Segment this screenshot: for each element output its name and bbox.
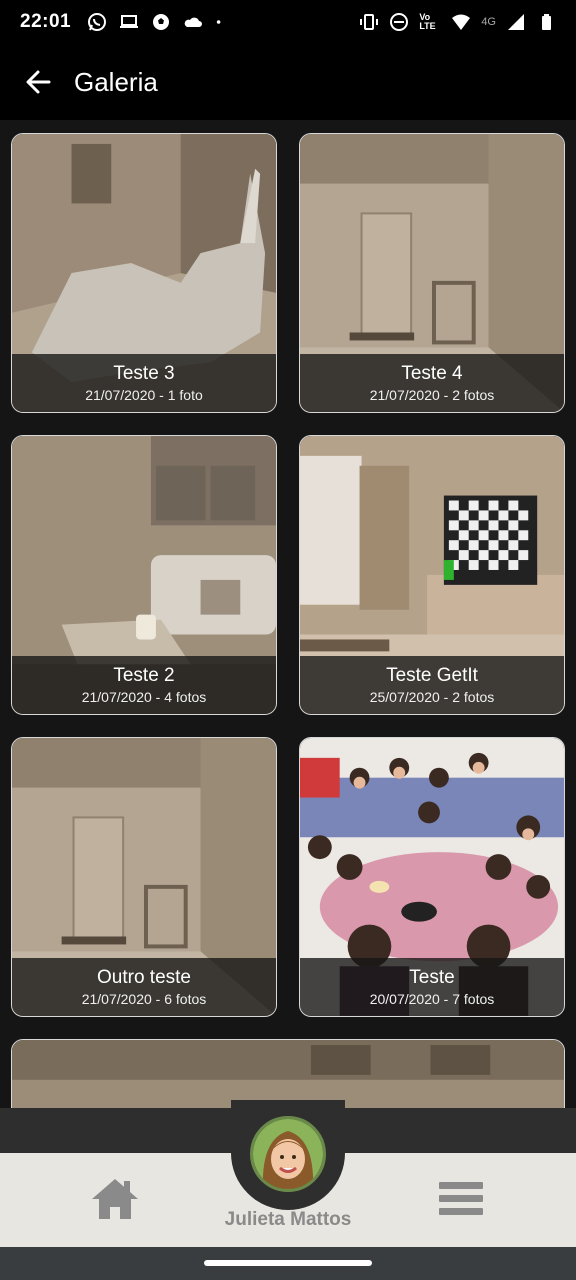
status-left-icons (87, 12, 227, 32)
album-card[interactable]: Outro teste 21/07/2020 - 6 fotos (11, 737, 277, 1017)
status-right-icons: Vo LTE 4G (359, 12, 556, 32)
gallery-scroll-area[interactable]: Teste 3 21/07/2020 - 1 foto Teste 4 21/0… (0, 120, 576, 1110)
album-card[interactable]: Teste GetIt 25/07/2020 - 2 fotos (299, 435, 565, 715)
album-meta: 20/07/2020 - 7 fotos (369, 991, 495, 1007)
laptop-icon (120, 15, 139, 28)
wifi-icon (452, 14, 471, 30)
album-caption: Outro teste 21/07/2020 - 6 fotos (12, 958, 276, 1016)
vibrate-icon (360, 14, 379, 30)
avatar[interactable] (250, 1116, 326, 1192)
status-time: 22:01 (20, 11, 72, 32)
album-title: Teste (409, 967, 455, 988)
album-meta: 21/07/2020 - 4 fotos (81, 689, 207, 705)
album-grid: Teste 3 21/07/2020 - 1 foto Teste 4 21/0… (0, 120, 576, 1110)
album-caption: Teste 4 21/07/2020 - 2 fotos (300, 354, 564, 412)
user-name: Julieta Mattos (224, 1209, 352, 1230)
album-title: Outro teste (97, 967, 191, 988)
album-title: Teste 4 (401, 363, 463, 384)
do-not-disturb-icon (390, 13, 409, 31)
back-button[interactable] (18, 62, 58, 102)
page-title: Galeria (74, 66, 158, 97)
album-meta: 21/07/2020 - 1 foto (85, 387, 203, 403)
album-card[interactable]: Teste 4 21/07/2020 - 2 fotos (299, 133, 565, 413)
album-caption: Teste 3 21/07/2020 - 1 foto (12, 354, 276, 412)
album-title: Teste GetIt (386, 665, 478, 686)
album-card[interactable]: Teste 3 21/07/2020 - 1 foto (11, 133, 277, 413)
home-gesture-handle[interactable] (204, 1260, 372, 1266)
battery-icon (542, 14, 551, 30)
album-meta: 21/07/2020 - 2 fotos (369, 387, 495, 403)
status-bar: 22:01 Vo LTE 4G (0, 0, 576, 44)
album-card[interactable]: Teste 20/07/2020 - 7 fotos (299, 737, 565, 1017)
soccer-ball-icon (153, 14, 170, 30)
album-caption: Teste 2 21/07/2020 - 4 fotos (12, 656, 276, 714)
album-meta: 25/07/2020 - 2 fotos (369, 689, 495, 705)
signal-4g-icon (508, 14, 524, 30)
album-title: Teste 3 (113, 363, 175, 384)
dot-icon (216, 20, 221, 24)
album-caption: Teste 20/07/2020 - 7 fotos (300, 958, 564, 1016)
arrow-back-icon (26, 70, 51, 94)
cloud-icon (184, 17, 203, 27)
profile-photo (253, 1119, 323, 1189)
album-title: Teste 2 (113, 665, 175, 686)
app-bar: Galeria (0, 44, 576, 120)
whatsapp-icon (88, 13, 107, 31)
network-type: 4G (481, 16, 496, 28)
album-card[interactable]: Teste 2 21/07/2020 - 4 fotos (11, 435, 277, 715)
volte-icon: Vo LTE (419, 12, 436, 31)
album-caption: Teste GetIt 25/07/2020 - 2 fotos (300, 656, 564, 714)
album-meta: 21/07/2020 - 6 fotos (81, 991, 207, 1007)
system-navigation-bar (0, 1247, 576, 1280)
